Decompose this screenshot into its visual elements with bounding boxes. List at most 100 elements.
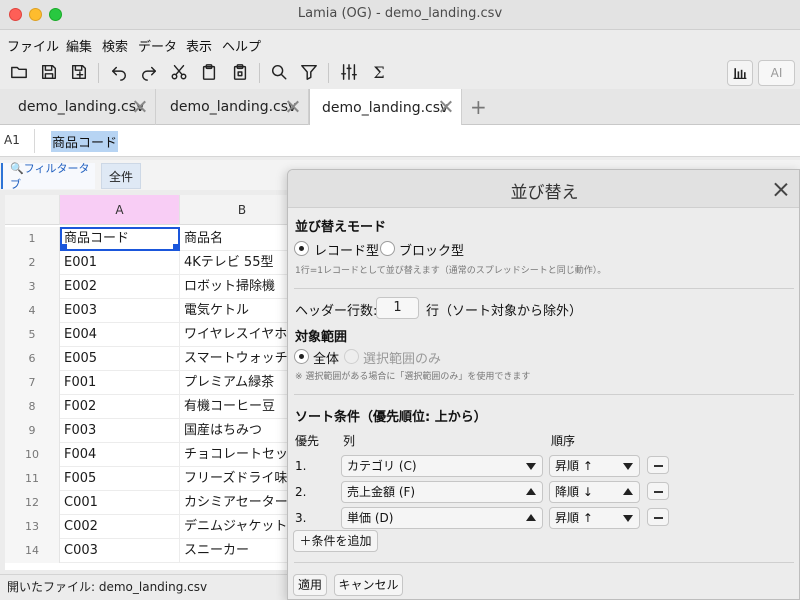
close-icon[interactable] <box>773 182 789 198</box>
menu-help[interactable]: ヘルプ <box>222 36 261 55</box>
header-rows-input[interactable]: 1 <box>376 297 419 319</box>
row-header[interactable]: 4 <box>5 299 60 323</box>
all-records-tab[interactable]: 全件 <box>101 163 141 189</box>
cut-icon[interactable] <box>166 59 192 85</box>
cell[interactable]: F001 <box>60 371 180 395</box>
row-header[interactable]: 12 <box>5 491 60 515</box>
row-header[interactable]: 7 <box>5 371 60 395</box>
table-row: 14 C003 スニーカー <box>5 539 305 563</box>
sum-icon[interactable]: Σ <box>366 59 392 85</box>
undo-icon[interactable] <box>106 59 132 85</box>
close-icon[interactable] <box>133 99 147 113</box>
cell[interactable]: E004 <box>60 323 180 347</box>
fill-handle[interactable] <box>173 244 180 251</box>
cell[interactable]: E001 <box>60 251 180 275</box>
column-header-a[interactable]: A <box>60 195 180 225</box>
bar-chart-icon[interactable] <box>727 60 753 86</box>
remove-condition-button[interactable] <box>647 456 669 474</box>
table-row: 1 商品コード 商品名 <box>5 227 305 251</box>
dialog-header: 並び替え <box>288 170 799 208</box>
radio-block-mode[interactable] <box>380 241 395 256</box>
row-header[interactable]: 10 <box>5 443 60 467</box>
copy-icon[interactable] <box>227 59 253 85</box>
range-all-label[interactable]: 全体 <box>313 348 339 367</box>
cell[interactable]: C003 <box>60 539 180 563</box>
row-header[interactable]: 1 <box>5 227 60 251</box>
cell[interactable]: C002 <box>60 515 180 539</box>
save-as-icon[interactable] <box>66 59 92 85</box>
menu-data[interactable]: データ <box>138 36 177 55</box>
close-icon[interactable] <box>286 99 300 113</box>
window-title: Lamia (OG) - demo_landing.csv <box>297 6 503 21</box>
file-tab[interactable]: demo_landing.csv <box>0 89 156 125</box>
cancel-button[interactable]: キャンセル <box>334 574 403 596</box>
cell[interactable]: C001 <box>60 491 180 515</box>
filter-tab[interactable]: 🔍フィルタータブ <box>1 162 95 191</box>
corner-header[interactable] <box>5 195 60 225</box>
row-header[interactable]: 5 <box>5 323 60 347</box>
cell[interactable]: F002 <box>60 395 180 419</box>
row-header[interactable]: 3 <box>5 275 60 299</box>
file-tab-active[interactable]: demo_landing.csv <box>309 89 462 126</box>
condition-priority: 2. <box>295 485 307 499</box>
condition-column-select[interactable]: 単価 (D) <box>341 507 543 529</box>
row-header[interactable]: 11 <box>5 467 60 491</box>
toolbar: Σ AI <box>0 57 800 89</box>
tab-bar: demo_landing.csv demo_landing.csv demo_l… <box>0 89 800 126</box>
condition-order-value: 昇順 ↑ <box>555 511 593 525</box>
row-header[interactable]: 2 <box>5 251 60 275</box>
row-header[interactable]: 14 <box>5 539 60 563</box>
cell-reference[interactable]: A1 <box>4 133 20 147</box>
redo-icon[interactable] <box>136 59 162 85</box>
formula-input[interactable]: 商品コード <box>51 131 119 152</box>
row-header[interactable]: 9 <box>5 419 60 443</box>
chevron-up-icon <box>623 488 633 495</box>
radio-range-selection[interactable] <box>344 349 359 364</box>
condition-column-select[interactable]: カテゴリ (C) <box>341 455 543 477</box>
range-selection-label[interactable]: 選択範囲のみ <box>363 348 441 367</box>
adjust-icon[interactable] <box>336 59 362 85</box>
menu-file[interactable]: ファイル <box>7 36 59 55</box>
search-icon[interactable] <box>266 59 292 85</box>
cell[interactable]: F004 <box>60 443 180 467</box>
condition-order-select[interactable]: 昇順 ↑ <box>549 455 640 477</box>
cell[interactable]: E005 <box>60 347 180 371</box>
menu-view[interactable]: 表示 <box>186 36 212 55</box>
table-row: 11 F005 フリーズドライ味 <box>5 467 305 491</box>
paste-icon[interactable] <box>196 59 222 85</box>
block-mode-label[interactable]: ブロック型 <box>399 240 464 259</box>
range-note: ※ 選択範囲がある場合に「選択範囲のみ」を使用できます <box>295 372 531 382</box>
condition-order-select[interactable]: 降順 ↓ <box>549 481 640 503</box>
cell[interactable]: E003 <box>60 299 180 323</box>
row-header[interactable]: 8 <box>5 395 60 419</box>
condition-order-select[interactable]: 昇順 ↑ <box>549 507 640 529</box>
row-header[interactable]: 6 <box>5 347 60 371</box>
cell[interactable]: F003 <box>60 419 180 443</box>
filter-icon[interactable] <box>296 59 322 85</box>
selection-handle[interactable] <box>60 244 67 251</box>
table-row: 8 F002 有機コーヒー豆 <box>5 395 305 419</box>
row-header[interactable]: 13 <box>5 515 60 539</box>
file-tab[interactable]: demo_landing.csv <box>152 89 309 125</box>
apply-button[interactable]: 適用 <box>293 574 327 596</box>
close-icon[interactable] <box>439 99 453 113</box>
table-row: 9 F003 国産はちみつ <box>5 419 305 443</box>
folder-open-icon[interactable] <box>6 59 32 85</box>
active-cell[interactable]: 商品コード <box>60 227 180 251</box>
table-row: 6 E005 スマートウォッチ <box>5 347 305 371</box>
remove-condition-button[interactable] <box>647 482 669 500</box>
record-mode-label[interactable]: レコード型 <box>314 240 379 259</box>
remove-condition-button[interactable] <box>647 508 669 526</box>
radio-record-mode[interactable] <box>294 241 309 256</box>
tab-label: demo_landing.csv <box>322 99 449 116</box>
add-condition-button[interactable]: ＋条件を追加 <box>293 530 378 552</box>
condition-column-select[interactable]: 売上金額 (F) <box>341 481 543 503</box>
cell[interactable]: F005 <box>60 467 180 491</box>
cell[interactable]: E002 <box>60 275 180 299</box>
radio-range-all[interactable] <box>294 349 309 364</box>
menu-search[interactable]: 検索 <box>102 36 128 55</box>
ai-button[interactable]: AI <box>758 60 795 86</box>
save-icon[interactable] <box>36 59 62 85</box>
menu-edit[interactable]: 編集 <box>66 36 92 55</box>
add-tab-button[interactable]: + <box>470 95 487 119</box>
